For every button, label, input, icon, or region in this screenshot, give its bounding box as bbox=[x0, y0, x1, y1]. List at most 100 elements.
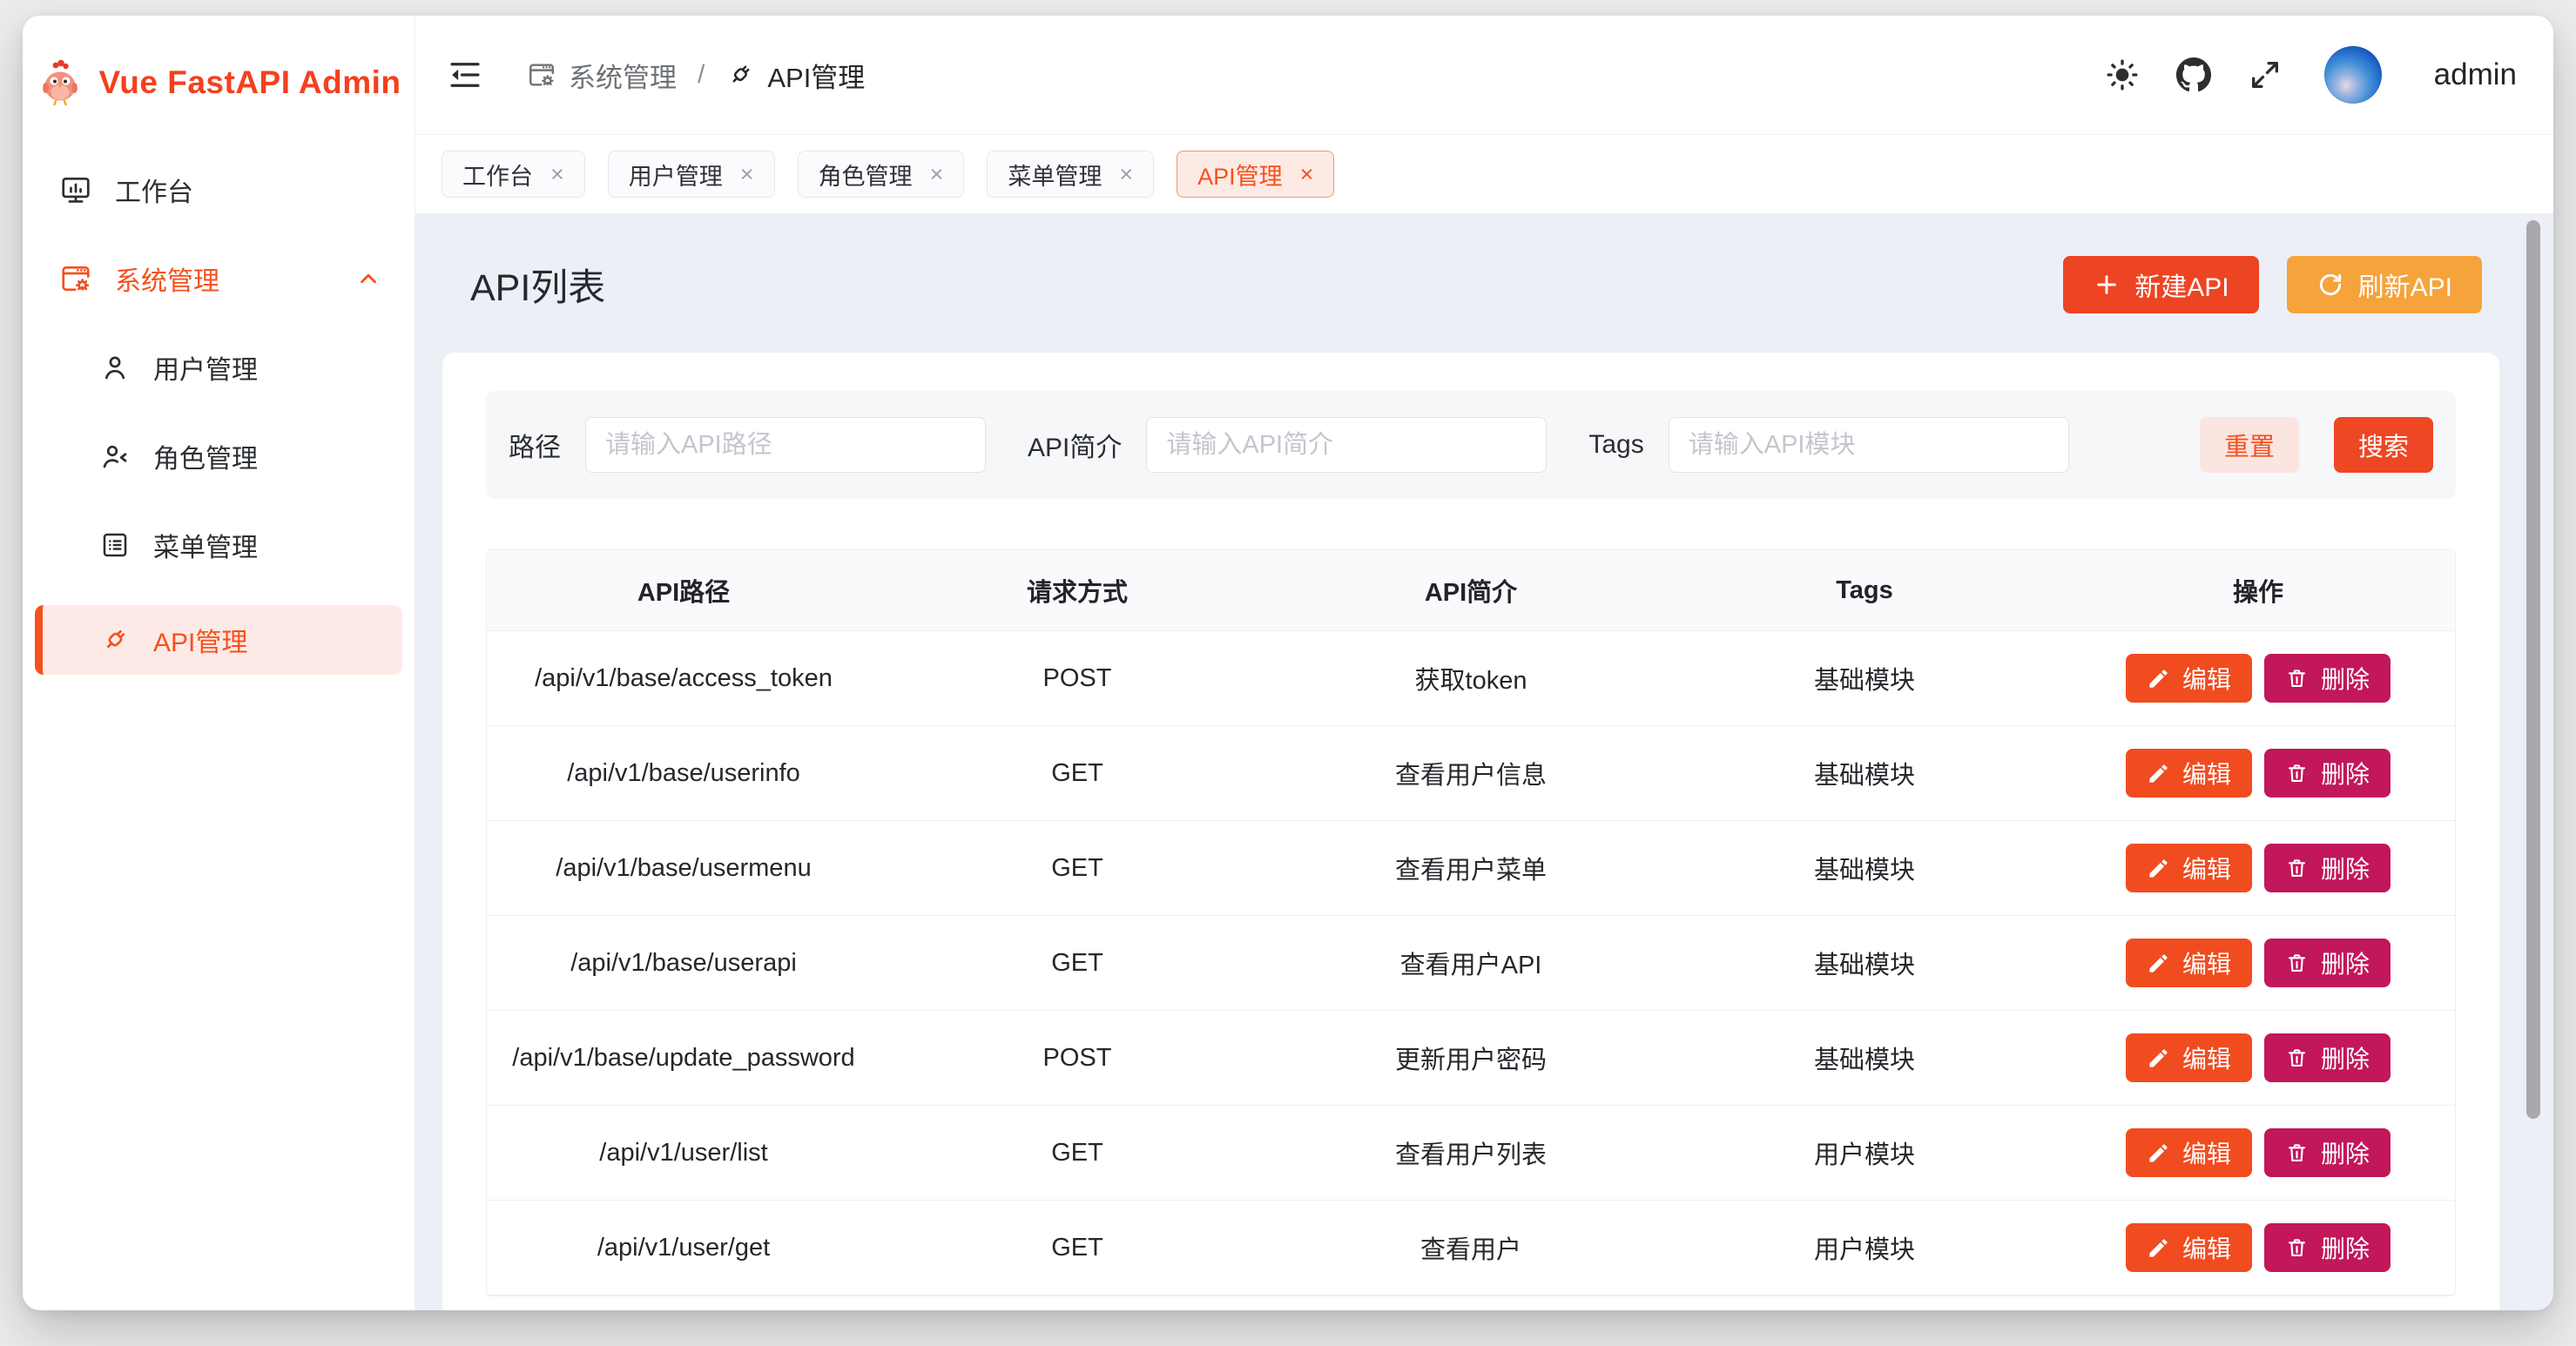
sidebar-item-workbench[interactable]: 工作台 bbox=[35, 161, 402, 219]
edit-button[interactable]: 编辑 bbox=[2126, 1033, 2252, 1082]
cell-method: GET bbox=[880, 854, 1274, 883]
collapse-sidebar-icon[interactable] bbox=[447, 57, 483, 93]
chick-mascot-icon bbox=[36, 58, 84, 107]
sidebar-item-api[interactable]: API管理 bbox=[35, 605, 402, 675]
reset-button[interactable]: 重置 bbox=[2200, 417, 2299, 473]
cell-method: GET bbox=[880, 1139, 1274, 1168]
github-icon[interactable] bbox=[2176, 57, 2211, 92]
table-row: /api/v1/user/get GET 查看用户 用户模块 编辑 删除 bbox=[487, 1201, 2455, 1296]
sidebar-item-menus[interactable]: 菜单管理 bbox=[35, 516, 402, 574]
close-icon[interactable]: × bbox=[1300, 163, 1314, 186]
theme-toggle-icon[interactable] bbox=[2105, 57, 2140, 92]
delete-button[interactable]: 删除 bbox=[2264, 939, 2391, 987]
page-actions: 新建API 刷新API bbox=[2063, 256, 2482, 313]
user-avatar[interactable] bbox=[2324, 46, 2382, 104]
cell-path: /api/v1/base/update_password bbox=[487, 1044, 880, 1073]
trash-icon bbox=[2285, 762, 2309, 785]
edit-label: 编辑 bbox=[2182, 661, 2231, 696]
close-icon[interactable]: × bbox=[930, 163, 944, 186]
sidebar-submenu-system: 用户管理 角色管理 bbox=[35, 339, 402, 675]
fullscreen-icon[interactable] bbox=[2248, 57, 2283, 92]
delete-label: 删除 bbox=[2321, 851, 2370, 885]
delete-button[interactable]: 删除 bbox=[2264, 1033, 2391, 1082]
cell-path: /api/v1/user/list bbox=[487, 1139, 880, 1168]
cell-method: POST bbox=[880, 664, 1274, 693]
delete-button[interactable]: 删除 bbox=[2264, 749, 2391, 798]
delete-button[interactable]: 删除 bbox=[2264, 654, 2391, 703]
cell-actions: 编辑 删除 bbox=[2061, 749, 2455, 798]
cell-actions: 编辑 删除 bbox=[2061, 1128, 2455, 1177]
pencil-icon bbox=[2147, 1047, 2170, 1070]
filter-summary: API简介 bbox=[1028, 417, 1547, 473]
pencil-icon bbox=[2147, 857, 2170, 880]
edit-button[interactable]: 编辑 bbox=[2126, 1128, 2252, 1177]
cell-tags: 用户模块 bbox=[1668, 1134, 2061, 1171]
delete-button[interactable]: 删除 bbox=[2264, 1223, 2391, 1272]
delete-label: 删除 bbox=[2321, 1230, 2370, 1265]
close-icon[interactable]: × bbox=[740, 163, 754, 186]
sidebar-item-label: 工作台 bbox=[115, 171, 193, 209]
summary-input[interactable] bbox=[1146, 417, 1547, 473]
column-header-actions: 操作 bbox=[2061, 572, 2455, 609]
filter-actions: 重置 搜索 bbox=[2200, 417, 2433, 473]
window-gear-icon bbox=[527, 60, 556, 90]
edit-button[interactable]: 编辑 bbox=[2126, 844, 2252, 892]
cell-summary: 查看用户信息 bbox=[1274, 755, 1668, 791]
cell-actions: 编辑 删除 bbox=[2061, 844, 2455, 892]
table-row: /api/v1/base/userapi GET 查看用户API 基础模块 编辑… bbox=[487, 916, 2455, 1011]
edit-label: 编辑 bbox=[2182, 756, 2231, 791]
cell-summary: 查看用户API bbox=[1274, 945, 1668, 981]
sidebar-item-system[interactable]: 系统管理 bbox=[35, 250, 402, 307]
app-logo[interactable]: Vue FastAPI Admin bbox=[23, 16, 415, 113]
tab-api[interactable]: API管理 × bbox=[1177, 151, 1334, 198]
tab-label: 工作台 bbox=[462, 158, 533, 192]
cell-tags: 用户模块 bbox=[1668, 1229, 2061, 1266]
trash-icon bbox=[2285, 1047, 2309, 1070]
tab-workbench[interactable]: 工作台 × bbox=[442, 151, 585, 198]
edit-button[interactable]: 编辑 bbox=[2126, 1223, 2252, 1272]
breadcrumb-item-api[interactable]: API管理 bbox=[725, 56, 865, 95]
delete-label: 删除 bbox=[2321, 1135, 2370, 1170]
tab-bar: 工作台 × 用户管理 × 角色管理 × 菜单管理 × API管理 × bbox=[415, 135, 2553, 213]
cell-tags: 基础模块 bbox=[1668, 850, 2061, 886]
plus-icon bbox=[2093, 271, 2121, 299]
tab-menus[interactable]: 菜单管理 × bbox=[987, 151, 1154, 198]
cell-path: /api/v1/user/get bbox=[487, 1234, 880, 1262]
breadcrumb-item-system[interactable]: 系统管理 bbox=[527, 56, 677, 95]
content-area: API列表 新建API 刷新API bbox=[415, 213, 2553, 1310]
edit-button[interactable]: 编辑 bbox=[2126, 939, 2252, 987]
refresh-api-button[interactable]: 刷新API bbox=[2287, 256, 2482, 313]
create-api-button[interactable]: 新建API bbox=[2063, 256, 2258, 313]
scrollbar[interactable] bbox=[2526, 220, 2540, 1119]
cell-method: GET bbox=[880, 949, 1274, 978]
close-icon[interactable]: × bbox=[1119, 163, 1133, 186]
cell-actions: 编辑 删除 bbox=[2061, 654, 2455, 703]
app-title: Vue FastAPI Admin bbox=[98, 64, 401, 101]
cell-summary: 查看用户列表 bbox=[1274, 1134, 1668, 1171]
path-input[interactable] bbox=[585, 417, 986, 473]
table-row: /api/v1/base/usermenu GET 查看用户菜单 基础模块 编辑… bbox=[487, 821, 2455, 916]
delete-button[interactable]: 删除 bbox=[2264, 1128, 2391, 1177]
api-list-card: 路径 API简介 Tags 重置 搜索 bbox=[442, 353, 2499, 1310]
edit-button[interactable]: 编辑 bbox=[2126, 749, 2252, 798]
delete-button[interactable]: 删除 bbox=[2264, 844, 2391, 892]
search-button[interactable]: 搜索 bbox=[2334, 417, 2433, 473]
chevron-up-icon bbox=[355, 266, 381, 292]
username[interactable]: admin bbox=[2434, 57, 2517, 92]
user-role-icon bbox=[99, 441, 131, 472]
edit-button[interactable]: 编辑 bbox=[2126, 654, 2252, 703]
sidebar-item-users[interactable]: 用户管理 bbox=[35, 339, 402, 396]
close-icon[interactable]: × bbox=[550, 163, 564, 186]
tags-input[interactable] bbox=[1669, 417, 2069, 473]
edit-label: 编辑 bbox=[2182, 946, 2231, 980]
tags-label: Tags bbox=[1588, 430, 1643, 460]
tab-users[interactable]: 用户管理 × bbox=[608, 151, 775, 198]
cell-actions: 编辑 删除 bbox=[2061, 939, 2455, 987]
table-header-row: API路径 请求方式 API简介 Tags 操作 bbox=[487, 550, 2455, 631]
tab-roles[interactable]: 角色管理 × bbox=[798, 151, 965, 198]
column-header-path: API路径 bbox=[487, 572, 880, 609]
edit-label: 编辑 bbox=[2182, 1230, 2231, 1265]
cell-method: POST bbox=[880, 1044, 1274, 1073]
breadcrumb-label: 系统管理 bbox=[569, 56, 677, 95]
sidebar-item-roles[interactable]: 角色管理 bbox=[35, 427, 402, 485]
